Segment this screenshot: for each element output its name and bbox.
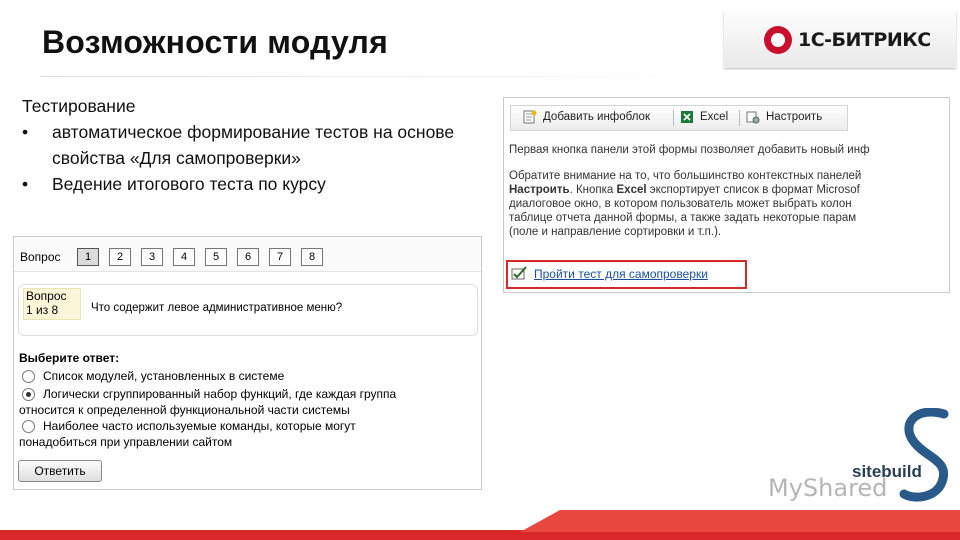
radio-button[interactable]	[22, 420, 35, 433]
sitebuild-s-icon	[899, 408, 949, 502]
slide-body: Тестирование • автоматическое формировани…	[22, 93, 482, 197]
excel-icon	[681, 111, 693, 123]
answer-option-label: Логически сгруппированный набор функций,…	[43, 387, 397, 401]
question-text: Что содержит левое административное меню…	[91, 302, 343, 314]
bullet-dot-icon: •	[22, 174, 29, 194]
question-number-7[interactable]: 7	[269, 248, 291, 266]
self-test-link[interactable]: Пройти тест для самопроверки	[534, 267, 708, 281]
slide-title: Возможности модуля	[42, 24, 388, 60]
bullet-dot-icon: •	[22, 122, 29, 142]
answer-title: Выберите ответ:	[19, 351, 120, 365]
question-counter: Вопрос 1 из 8	[23, 288, 81, 320]
add-infoblock-icon	[523, 110, 537, 124]
question-number-3[interactable]: 3	[141, 248, 163, 266]
admin-help-line: диалоговое окно, в котором пользователь …	[509, 198, 852, 210]
answer-option-label-line2: понадобиться при управлении сайтом	[19, 435, 233, 449]
bitrix-logo: 1С-БИТРИКС	[724, 12, 956, 68]
toolbar-divider	[673, 110, 674, 126]
question-box: Вопрос 1 из 8 Что содержит левое админис…	[18, 284, 478, 336]
question-counter-value: 1 из 8	[26, 303, 59, 317]
excel-export-button[interactable]: Excel	[700, 111, 728, 123]
question-nav-label: Вопрос	[20, 250, 61, 264]
answer-option-label-line2: относится к определенной функциональной …	[19, 403, 350, 417]
bullet-item: • Ведение итогового теста по курсу	[22, 171, 482, 197]
title-divider	[40, 76, 700, 77]
bullet-text: Ведение итогового теста по курсу	[52, 174, 326, 194]
help-bold-configure: Настроить	[509, 184, 570, 196]
bitrix-logo-icon	[764, 26, 792, 54]
bullet-text: автоматическое формирование тестов на ос…	[52, 122, 455, 168]
self-test-icon	[511, 266, 527, 280]
question-navigation: Вопрос 1 2 3 4 5 6 7 8	[14, 237, 481, 272]
radio-button-selected[interactable]	[22, 388, 35, 401]
help-text: экспортирует список в формат Microsof	[646, 184, 860, 196]
question-number-8[interactable]: 8	[301, 248, 323, 266]
bullet-list: • автоматическое формирование тестов на о…	[22, 119, 482, 197]
question-number-4[interactable]: 4	[173, 248, 195, 266]
answer-option-label: Список модулей, установленных в системе	[43, 369, 285, 383]
question-number-1[interactable]: 1	[77, 248, 99, 266]
admin-help-line: Обратите внимание на то, что большинство…	[509, 170, 862, 182]
form-toolbar: Добавить инфоблок Excel Настроить	[510, 105, 848, 131]
answer-option-label: Наиболее часто используемые команды, кот…	[43, 419, 356, 433]
add-infoblock-button[interactable]: Добавить инфоблок	[543, 111, 650, 123]
radio-button[interactable]	[22, 370, 35, 383]
question-number-5[interactable]: 5	[205, 248, 227, 266]
admin-help-line: таблице отчета данной формы, а также зад…	[509, 212, 857, 224]
configure-button[interactable]: Настроить	[766, 111, 822, 123]
bullet-item: • автоматическое формирование тестов на о…	[22, 119, 482, 171]
admin-help-line: (поле и направление сортировки и т.п.).	[509, 226, 722, 238]
toolbar-divider	[739, 110, 740, 126]
question-counter-label: Вопрос	[26, 289, 67, 303]
bitrix-logo-text: 1С-БИТРИКС	[798, 29, 931, 51]
help-text: . Кнопка	[569, 184, 617, 196]
submit-answer-button[interactable]: Ответить	[18, 460, 102, 482]
footer-red-wedge	[520, 510, 960, 532]
settings-icon	[746, 111, 760, 124]
self-test-highlight: Пройти тест для самопроверки	[506, 260, 747, 289]
admin-help-line: Настроить. Кнопка Excel экспортирует спи…	[509, 184, 949, 198]
question-number-2[interactable]: 2	[109, 248, 131, 266]
help-bold-excel: Excel	[616, 184, 647, 196]
question-number-6[interactable]: 6	[237, 248, 259, 266]
myshared-watermark: MyShared	[768, 474, 888, 502]
body-heading: Тестирование	[22, 96, 136, 116]
admin-form-panel: Добавить инфоблок Excel Настроить Первая…	[503, 97, 950, 293]
quiz-panel: Вопрос 1 2 3 4 5 6 7 8 Вопрос 1 из 8 Что…	[13, 236, 482, 490]
admin-help-paragraph-1: Первая кнопка панели этой формы позволяе…	[509, 144, 870, 156]
